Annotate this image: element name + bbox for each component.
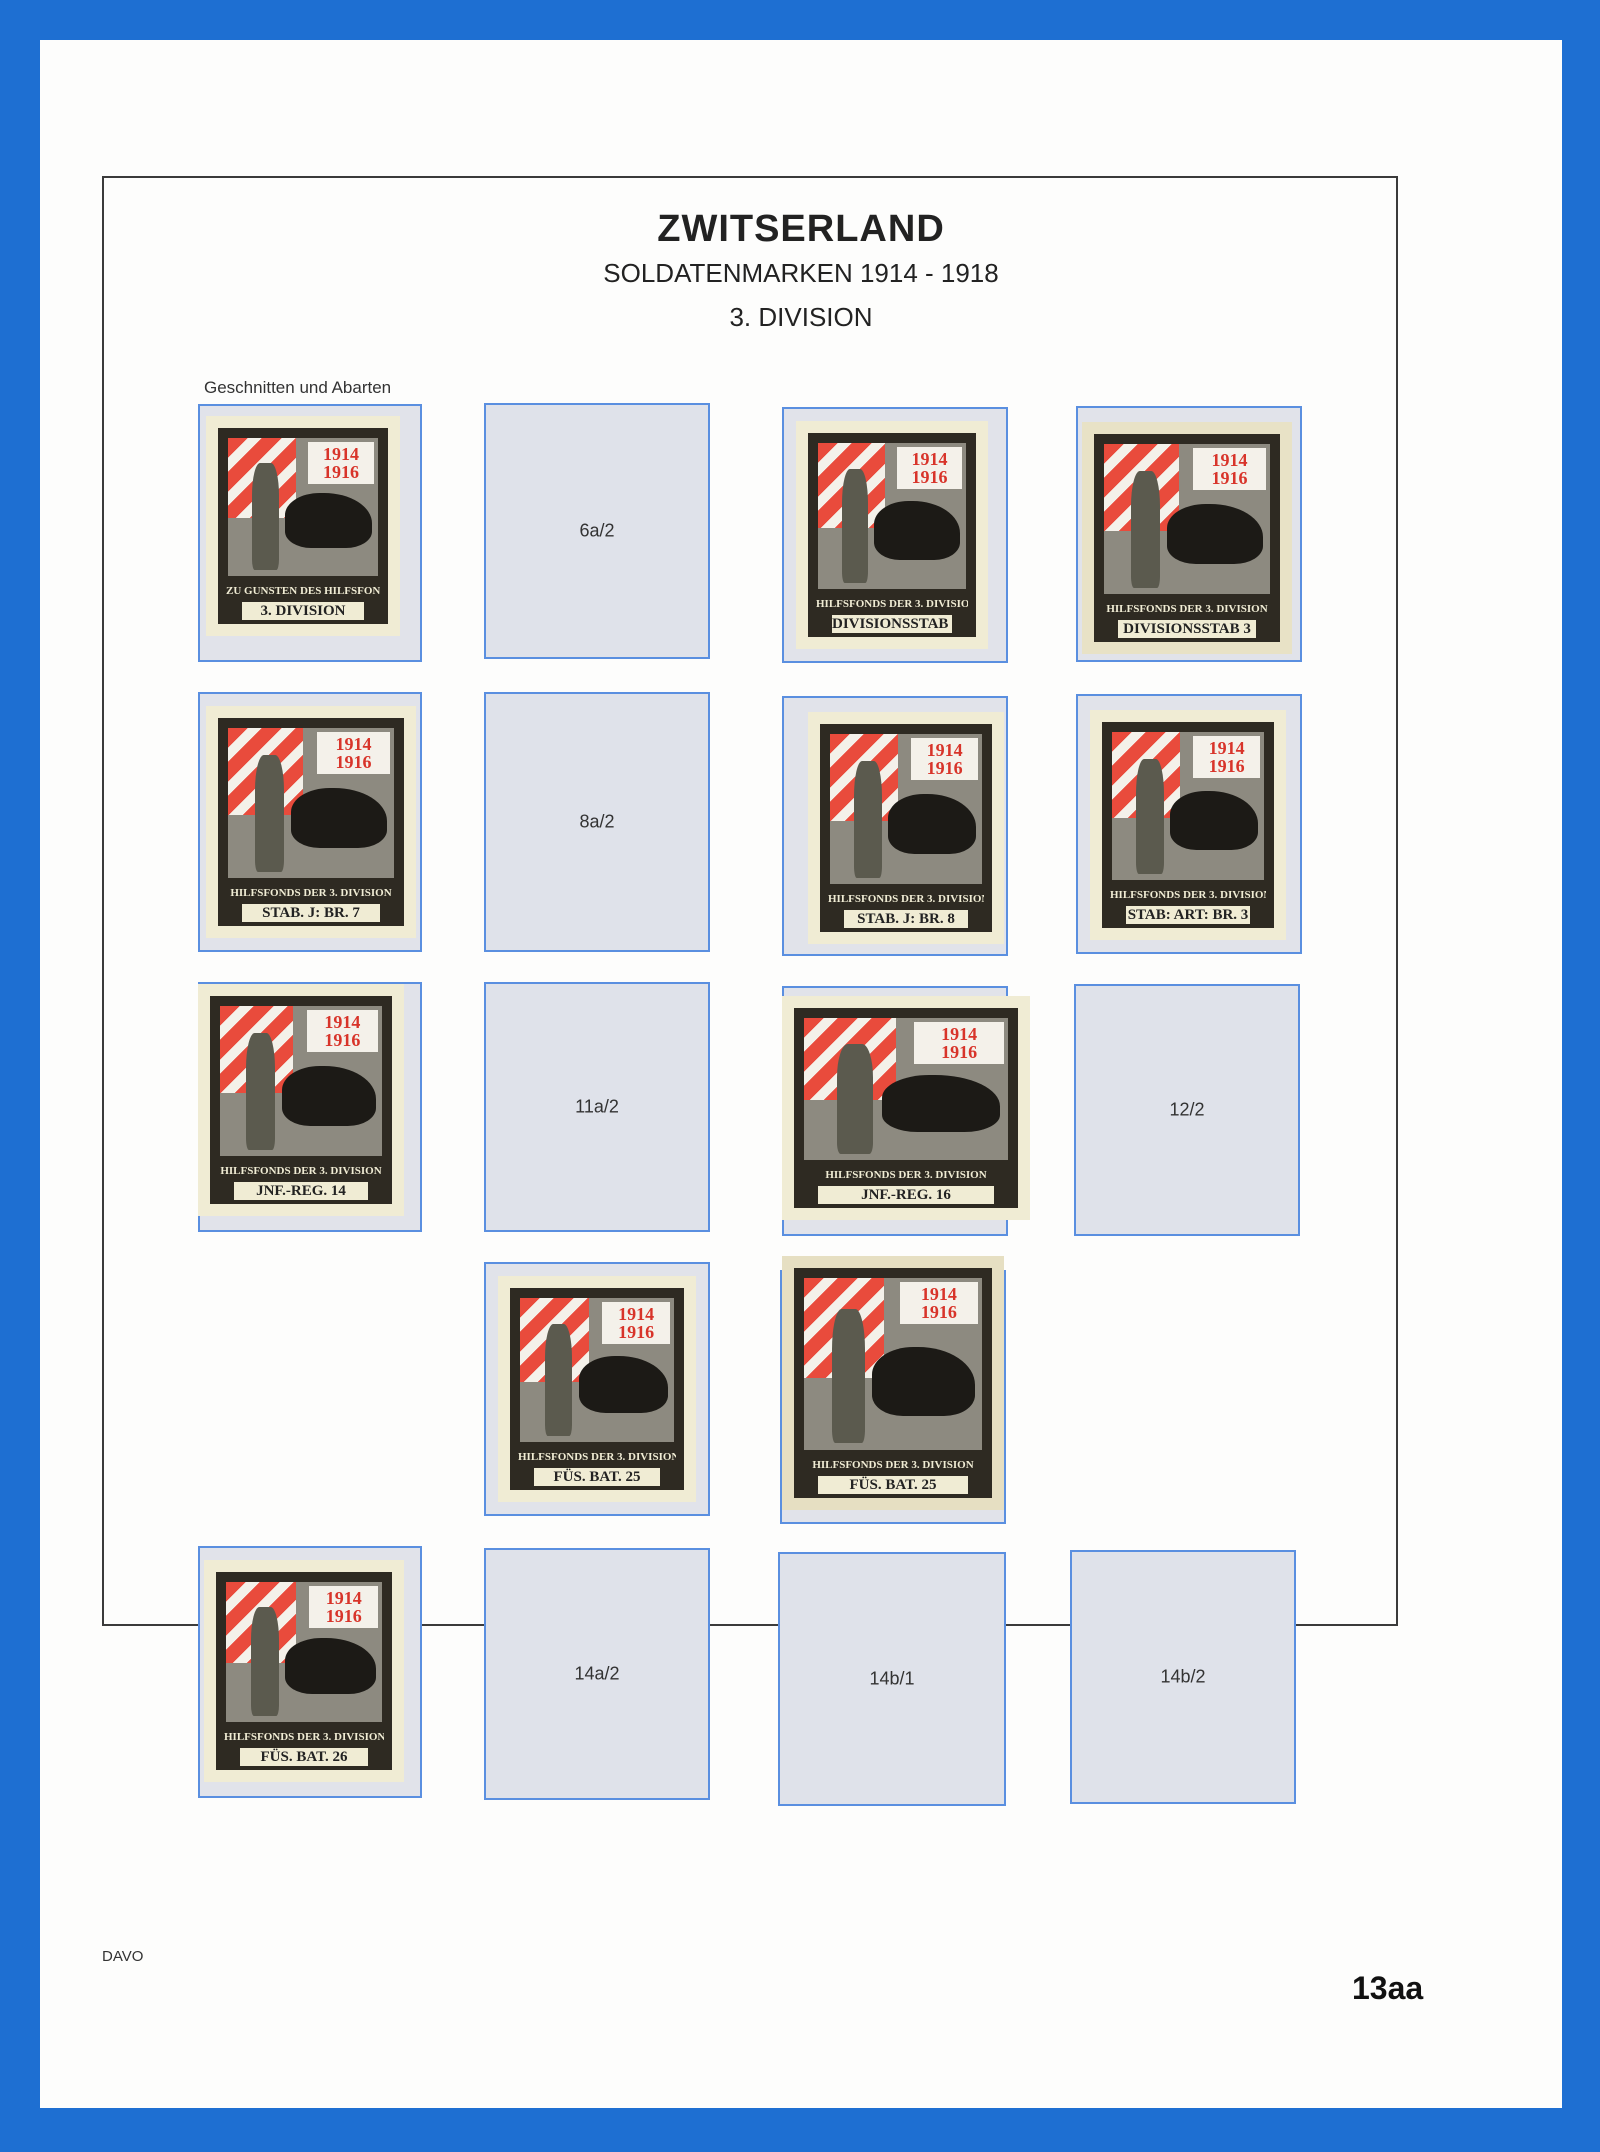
stamp-caption: HILFSFONDS DER 3. DIVISION <box>828 893 984 905</box>
stamp-fus-bat-26: 1914 1916 HILFSFONDS DER 3. DIVISION FÜS… <box>204 1560 404 1782</box>
stamp-years: 1914 1916 <box>911 738 978 780</box>
section-label: Geschnitten und Abarten <box>204 378 392 397</box>
stamp-caption: HILFSFONDS DER 3. DIVISION <box>1110 889 1266 901</box>
stamp-unit: FÜS. BAT. 25 <box>818 1476 968 1494</box>
stamp-fus-bat-25-variant: 1914 1916 HILFSFONDS DER 3. DIVISION FÜS… <box>782 1256 1004 1510</box>
stamp-slot: 1914 1916 HILFSFONDS DER 3. DIVISION STA… <box>782 696 1008 956</box>
slot-label: 8a/2 <box>579 811 615 832</box>
stamp-caption: ZU GUNSTEN DES HILFSFONDS <box>226 585 380 597</box>
slot-label: 11a/2 <box>575 1096 619 1117</box>
stamp-unit: STAB: ART: BR. 3 <box>1126 906 1250 924</box>
stamp-slot: 1914 1916 HILFSFONDS DER 3. DIVISION STA… <box>198 692 422 952</box>
stamp-caption: HILFSFONDS DER 3. DIVISION <box>224 1731 384 1743</box>
stamp-unit: JNF.-REG. 14 <box>234 1182 368 1200</box>
stamp-slot: 1914 1916 HILFSFONDS DER 3. DIVISION DIV… <box>782 407 1008 663</box>
stamp-caption: HILFSFONDS DER 3. DIVISION <box>230 887 392 899</box>
stamp-slot: 1914 1916 ZU GUNSTEN DES HILFSFONDS 3. D… <box>198 404 422 662</box>
stamp-fus-bat-25: 1914 1916 HILFSFONDS DER 3. DIVISION FÜS… <box>498 1276 696 1502</box>
stamp-slot: 1914 1916 HILFSFONDS DER 3. DIVISION DIV… <box>1076 406 1302 662</box>
slot-label: 14a/2 <box>574 1663 620 1684</box>
page-subtitle: SOLDATENMARKEN 1914 - 1918 <box>603 258 999 288</box>
stamp-years: 1914 1916 <box>896 447 962 489</box>
empty-slot: 14a/2 <box>484 1548 710 1800</box>
stamp-caption: HILFSFONDS DER 3. DIVISION <box>816 598 968 610</box>
slot-label: 6a/2 <box>579 520 615 541</box>
stamp-slot: 1914 1916 HILFSFONDS DER 3. DIVISION FÜS… <box>780 1256 1006 1524</box>
stamp-stab-art-br-3: 1914 1916 HILFSFONDS DER 3. DIVISION STA… <box>1090 710 1286 940</box>
stamp-years: 1914 1916 <box>899 1282 978 1324</box>
stamp-caption: HILFSFONDS DER 3. DIVISION <box>220 1165 382 1177</box>
slot-label: 12/2 <box>1169 1099 1205 1120</box>
stamp-unit: FÜS. BAT. 25 <box>534 1468 660 1486</box>
empty-slot: 8a/2 <box>484 692 710 952</box>
page-title: ZWITSERLAND <box>657 208 945 250</box>
stamp-years: 1914 1916 <box>914 1022 1004 1064</box>
empty-slot: 14b/1 <box>778 1552 1006 1806</box>
stamp-jnf-reg-14: 1914 1916 HILFSFONDS DER 3. DIVISION JNF… <box>198 984 404 1216</box>
stamp-slot: 1914 1916 HILFSFONDS DER 3. DIVISION FÜS… <box>198 1546 422 1798</box>
stamp-slot: 1914 1916 HILFSFONDS DER 3. DIVISION FÜS… <box>484 1262 710 1516</box>
stamp-slot: 1914 1916 HILFSFONDS DER 3. DIVISION JNF… <box>782 986 1030 1236</box>
stamp-unit: DIVISIONSSTAB 3 <box>1118 620 1256 638</box>
stamp-3-division: 1914 1916 ZU GUNSTEN DES HILFSFONDS 3. D… <box>206 416 400 636</box>
empty-slot: 6a/2 <box>484 403 710 659</box>
stamp-caption: HILFSFONDS DER 3. DIVISION <box>825 1169 987 1181</box>
stamp-years: 1914 1916 <box>308 442 374 484</box>
stamp-unit: STAB. J: BR. 7 <box>242 904 380 922</box>
stamp-stab-j-br-7: 1914 1916 HILFSFONDS DER 3. DIVISION STA… <box>206 706 416 938</box>
stamp-jnf-reg-16: 1914 1916 HILFSFONDS DER 3. DIVISION JNF… <box>782 996 1030 1220</box>
stamp-unit: FÜS. BAT. 26 <box>240 1748 368 1766</box>
stamp-stab-j-br-8: 1914 1916 HILFSFONDS DER 3. DIVISION STA… <box>808 712 1004 944</box>
stamp-divisionsstab-3: 1914 1916 HILFSFONDS DER 3. DIVISION DIV… <box>796 421 988 649</box>
stamp-unit: JNF.-REG. 16 <box>818 1186 994 1204</box>
empty-slot: 12/2 <box>1074 984 1300 1236</box>
album-page: ZWITSERLAND SOLDATENMARKEN 1914 - 1918 3… <box>40 40 1562 2108</box>
empty-slot: 11a/2 <box>484 982 710 1232</box>
stamp-years: 1914 1916 <box>602 1302 670 1344</box>
publisher-mark: DAVO <box>102 1948 144 1965</box>
empty-slot: 14b/2 <box>1070 1550 1296 1804</box>
stamp-slot: 1914 1916 HILFSFONDS DER 3. DIVISION STA… <box>1076 694 1302 954</box>
slot-label: 14b/1 <box>869 1668 915 1689</box>
stamp-caption: HILFSFONDS DER 3. DIVISION <box>812 1459 974 1471</box>
stamp-years: 1914 1916 <box>306 1010 378 1052</box>
page-number: 13aa <box>1352 1970 1424 2006</box>
stamp-years: 1914 1916 <box>316 732 390 774</box>
stamp-unit: DIVISIONSSTAB 3 <box>832 615 952 633</box>
stamp-unit: 3. DIVISION <box>242 602 364 620</box>
stamp-years: 1914 1916 <box>1192 448 1266 490</box>
stamp-years: 1914 1916 <box>309 1586 378 1628</box>
stamp-caption: HILFSFONDS DER 3. DIVISION <box>1106 603 1268 615</box>
stamp-caption: HILFSFONDS DER 3. DIVISION <box>518 1451 676 1463</box>
stamp-slot: 1914 1916 HILFSFONDS DER 3. DIVISION JNF… <box>198 982 422 1232</box>
stamp-years: 1914 1916 <box>1193 736 1260 778</box>
slot-label: 14b/2 <box>1160 1666 1206 1687</box>
stamp-divisionsstab-3-variant: 1914 1916 HILFSFONDS DER 3. DIVISION DIV… <box>1082 422 1292 654</box>
division-heading: 3. DIVISION <box>729 302 873 332</box>
stamp-unit: STAB. J: BR. 8 <box>844 910 968 928</box>
